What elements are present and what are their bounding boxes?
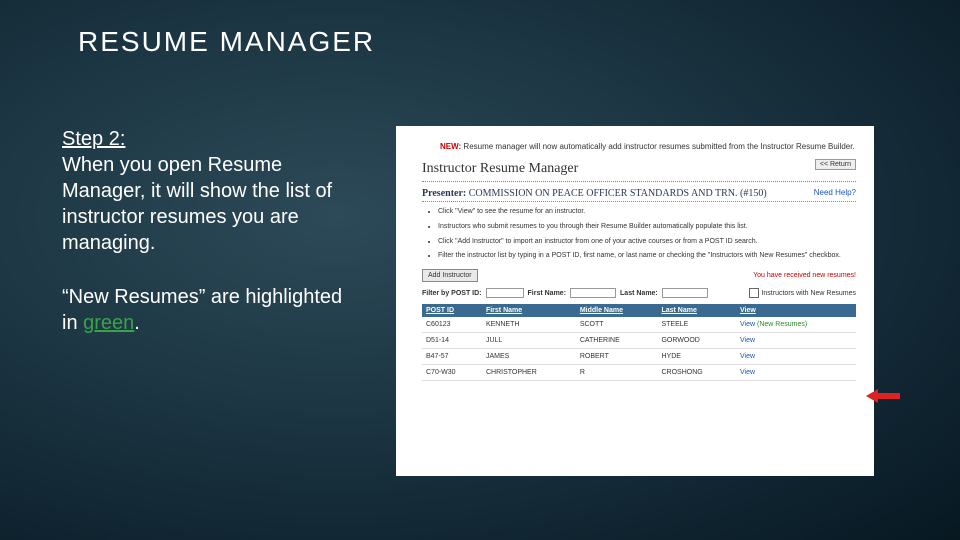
paragraph-1: When you open Resume Manager, it will sh… (62, 154, 332, 254)
presenter-id: (#150) (740, 188, 767, 199)
slide-body: Step 2: When you open Resume Manager, it… (62, 126, 362, 336)
table-row: D51-14 JULL CATHERINE GORWOOD View (422, 333, 856, 349)
view-link[interactable]: View (736, 333, 856, 349)
table-row: B47-57 JAMES ROBERT HYDE View (422, 349, 856, 365)
col-middle[interactable]: Middle Name (576, 304, 658, 317)
filter-row: Filter by POST ID: First Name: Last Name… (422, 288, 856, 298)
col-view[interactable]: View (736, 304, 856, 317)
table-row: C70-W30 CHRISTOPHER R CROSHONG View (422, 365, 856, 381)
step-label: Step 2: (62, 128, 125, 150)
return-button[interactable]: << Return (815, 159, 856, 170)
slide: RESUME MANAGER Step 2: When you open Res… (0, 0, 960, 540)
paragraph-2: “New Resumes” are highlighted in green. (62, 284, 362, 336)
filter-postid-label: Filter by POST ID: (422, 290, 482, 297)
bullet-item: Instructors who submit resumes to you th… (438, 223, 856, 232)
presenter-name: COMMISSION ON PEACE OFFICER STANDARDS AN… (469, 188, 738, 199)
view-link[interactable]: View (New Resumes) (736, 317, 856, 333)
section-heading-row: Instructor Resume Manager << Return (422, 161, 856, 182)
bullet-item: Filter the instructor list by typing in … (438, 252, 856, 261)
filter-last-input[interactable] (662, 288, 708, 298)
add-instructor-button[interactable]: Add Instructor (422, 269, 478, 282)
new-label: NEW: (440, 142, 461, 151)
green-word: green (83, 312, 134, 334)
embedded-screenshot: NEW: Resume manager will now automatical… (396, 126, 874, 476)
filter-first-label: First Name: (528, 290, 567, 297)
filter-first-input[interactable] (570, 288, 616, 298)
col-last[interactable]: Last Name (657, 304, 736, 317)
view-link[interactable]: View (736, 349, 856, 365)
bullet-item: Click "View" to see the resume for an in… (438, 208, 856, 217)
bullet-item: Click "Add Instructor" to import an inst… (438, 238, 856, 247)
toolbar: Add Instructor You have received new res… (422, 269, 856, 282)
section-heading: Instructor Resume Manager (422, 161, 578, 176)
new-resumes-alert: You have received new resumes! (753, 272, 856, 279)
new-banner: NEW: Resume manager will now automatical… (440, 142, 856, 151)
filter-postid-input[interactable] (486, 288, 524, 298)
filter-newresumes-checkbox[interactable] (749, 288, 759, 298)
presenter-line: Presenter: COMMISSION ON PEACE OFFICER S… (422, 188, 856, 202)
slide-title: RESUME MANAGER (78, 26, 375, 58)
presenter-label: Presenter: (422, 188, 466, 199)
view-link[interactable]: View (736, 365, 856, 381)
need-help-link[interactable]: Need Help? (814, 188, 856, 197)
new-resume-tag: (New Resumes) (757, 321, 807, 328)
col-postid[interactable]: POST ID (422, 304, 482, 317)
filter-newresumes-label: Instructors with New Resumes (761, 290, 856, 297)
filter-last-label: Last Name: (620, 290, 658, 297)
new-text: Resume manager will now automatically ad… (463, 142, 854, 151)
table-row: C60123 KENNETH SCOTT STEELE View (New Re… (422, 317, 856, 333)
col-first[interactable]: First Name (482, 304, 576, 317)
instruction-bullets: Click "View" to see the resume for an in… (422, 208, 856, 261)
table-header-row: POST ID First Name Middle Name Last Name… (422, 304, 856, 317)
annotation-arrow-icon (866, 389, 900, 403)
instructor-table: POST ID First Name Middle Name Last Name… (422, 304, 856, 381)
